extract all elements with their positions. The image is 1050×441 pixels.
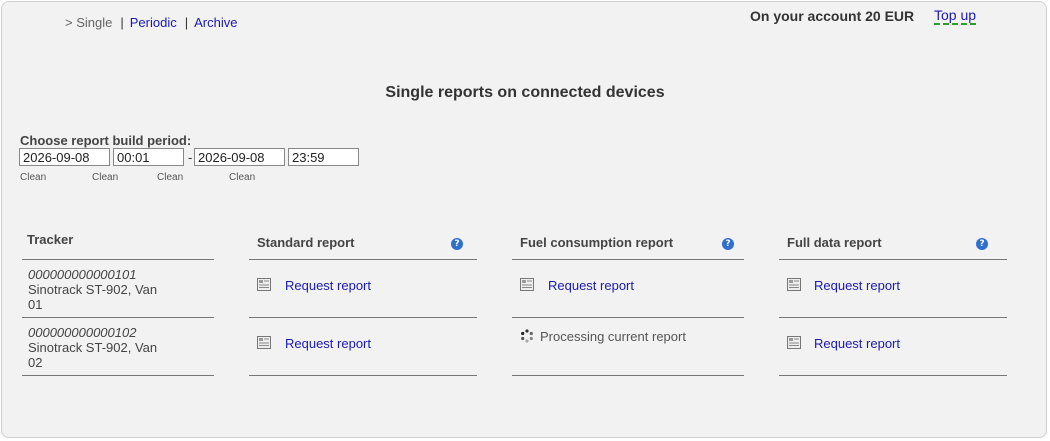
column-header-fuel: Fuel consumption report — [520, 235, 674, 250]
page-container: > Single | Periodic | Archive On your accoun… — [1, 1, 1047, 438]
divider — [22, 259, 214, 260]
report-document-icon — [257, 278, 271, 291]
divider — [512, 317, 744, 318]
request-full-report-link[interactable]: Request report — [814, 278, 900, 293]
column-header-tracker: Tracker — [27, 232, 74, 247]
divider — [249, 259, 477, 260]
nav-link-archive[interactable]: Archive — [194, 15, 237, 30]
divider — [779, 259, 1007, 260]
end-date-input[interactable] — [194, 148, 285, 166]
nav-separator: | — [120, 15, 124, 30]
period-separator: - — [188, 150, 193, 165]
divider — [22, 317, 214, 318]
topup-link[interactable]: Top up — [934, 8, 977, 25]
start-date-input[interactable] — [19, 148, 110, 166]
request-standard-report-link[interactable]: Request report — [285, 336, 371, 351]
report-document-icon — [257, 336, 271, 349]
clean-start-time-link[interactable]: Clean — [92, 172, 118, 183]
column-header-full: Full data report — [787, 235, 882, 250]
divider — [249, 317, 477, 318]
page-title: Single reports on connected devices — [385, 84, 665, 101]
nav-separator: | — [184, 15, 189, 30]
clean-end-time-link[interactable]: Clean — [229, 172, 255, 183]
tracker-id: 000000000000101 — [28, 267, 137, 282]
account-balance: On your account 20 EUR — [750, 8, 915, 24]
tracker-name: Sinotrack ST-902, Van 01 — [28, 282, 158, 312]
tracker-name: Sinotrack ST-902, Van 02 — [28, 340, 158, 370]
report-document-icon — [520, 278, 534, 291]
divider — [22, 375, 214, 376]
divider — [779, 375, 1007, 376]
nav-current-single: > Single — [65, 15, 113, 30]
divider — [249, 375, 477, 376]
report-document-icon — [787, 278, 801, 291]
end-time-input[interactable] — [288, 148, 359, 166]
column-header-standard: Standard report — [257, 235, 355, 250]
clean-start-date-link[interactable]: Clean — [20, 172, 46, 183]
processing-status-text: Processing current report — [540, 329, 686, 344]
help-icon[interactable]: ? — [451, 238, 463, 250]
help-icon[interactable]: ? — [722, 238, 734, 250]
request-full-report-link[interactable]: Request report — [814, 336, 900, 351]
loading-spinner-icon — [521, 329, 533, 343]
clean-end-date-link[interactable]: Clean — [157, 172, 183, 183]
request-fuel-report-link[interactable]: Request report — [548, 278, 634, 293]
help-icon[interactable]: ? — [976, 238, 988, 250]
request-standard-report-link[interactable]: Request report — [285, 278, 371, 293]
divider — [512, 375, 744, 376]
nav-link-periodic[interactable]: Periodic — [130, 15, 177, 30]
breadcrumb: > Single | Periodic | Archive — [65, 15, 237, 30]
tracker-id: 000000000000102 — [28, 325, 137, 340]
period-label: Choose report build period: — [20, 133, 192, 148]
divider — [512, 259, 744, 260]
report-document-icon — [787, 336, 801, 349]
divider — [779, 317, 1007, 318]
start-time-input[interactable] — [113, 148, 184, 166]
